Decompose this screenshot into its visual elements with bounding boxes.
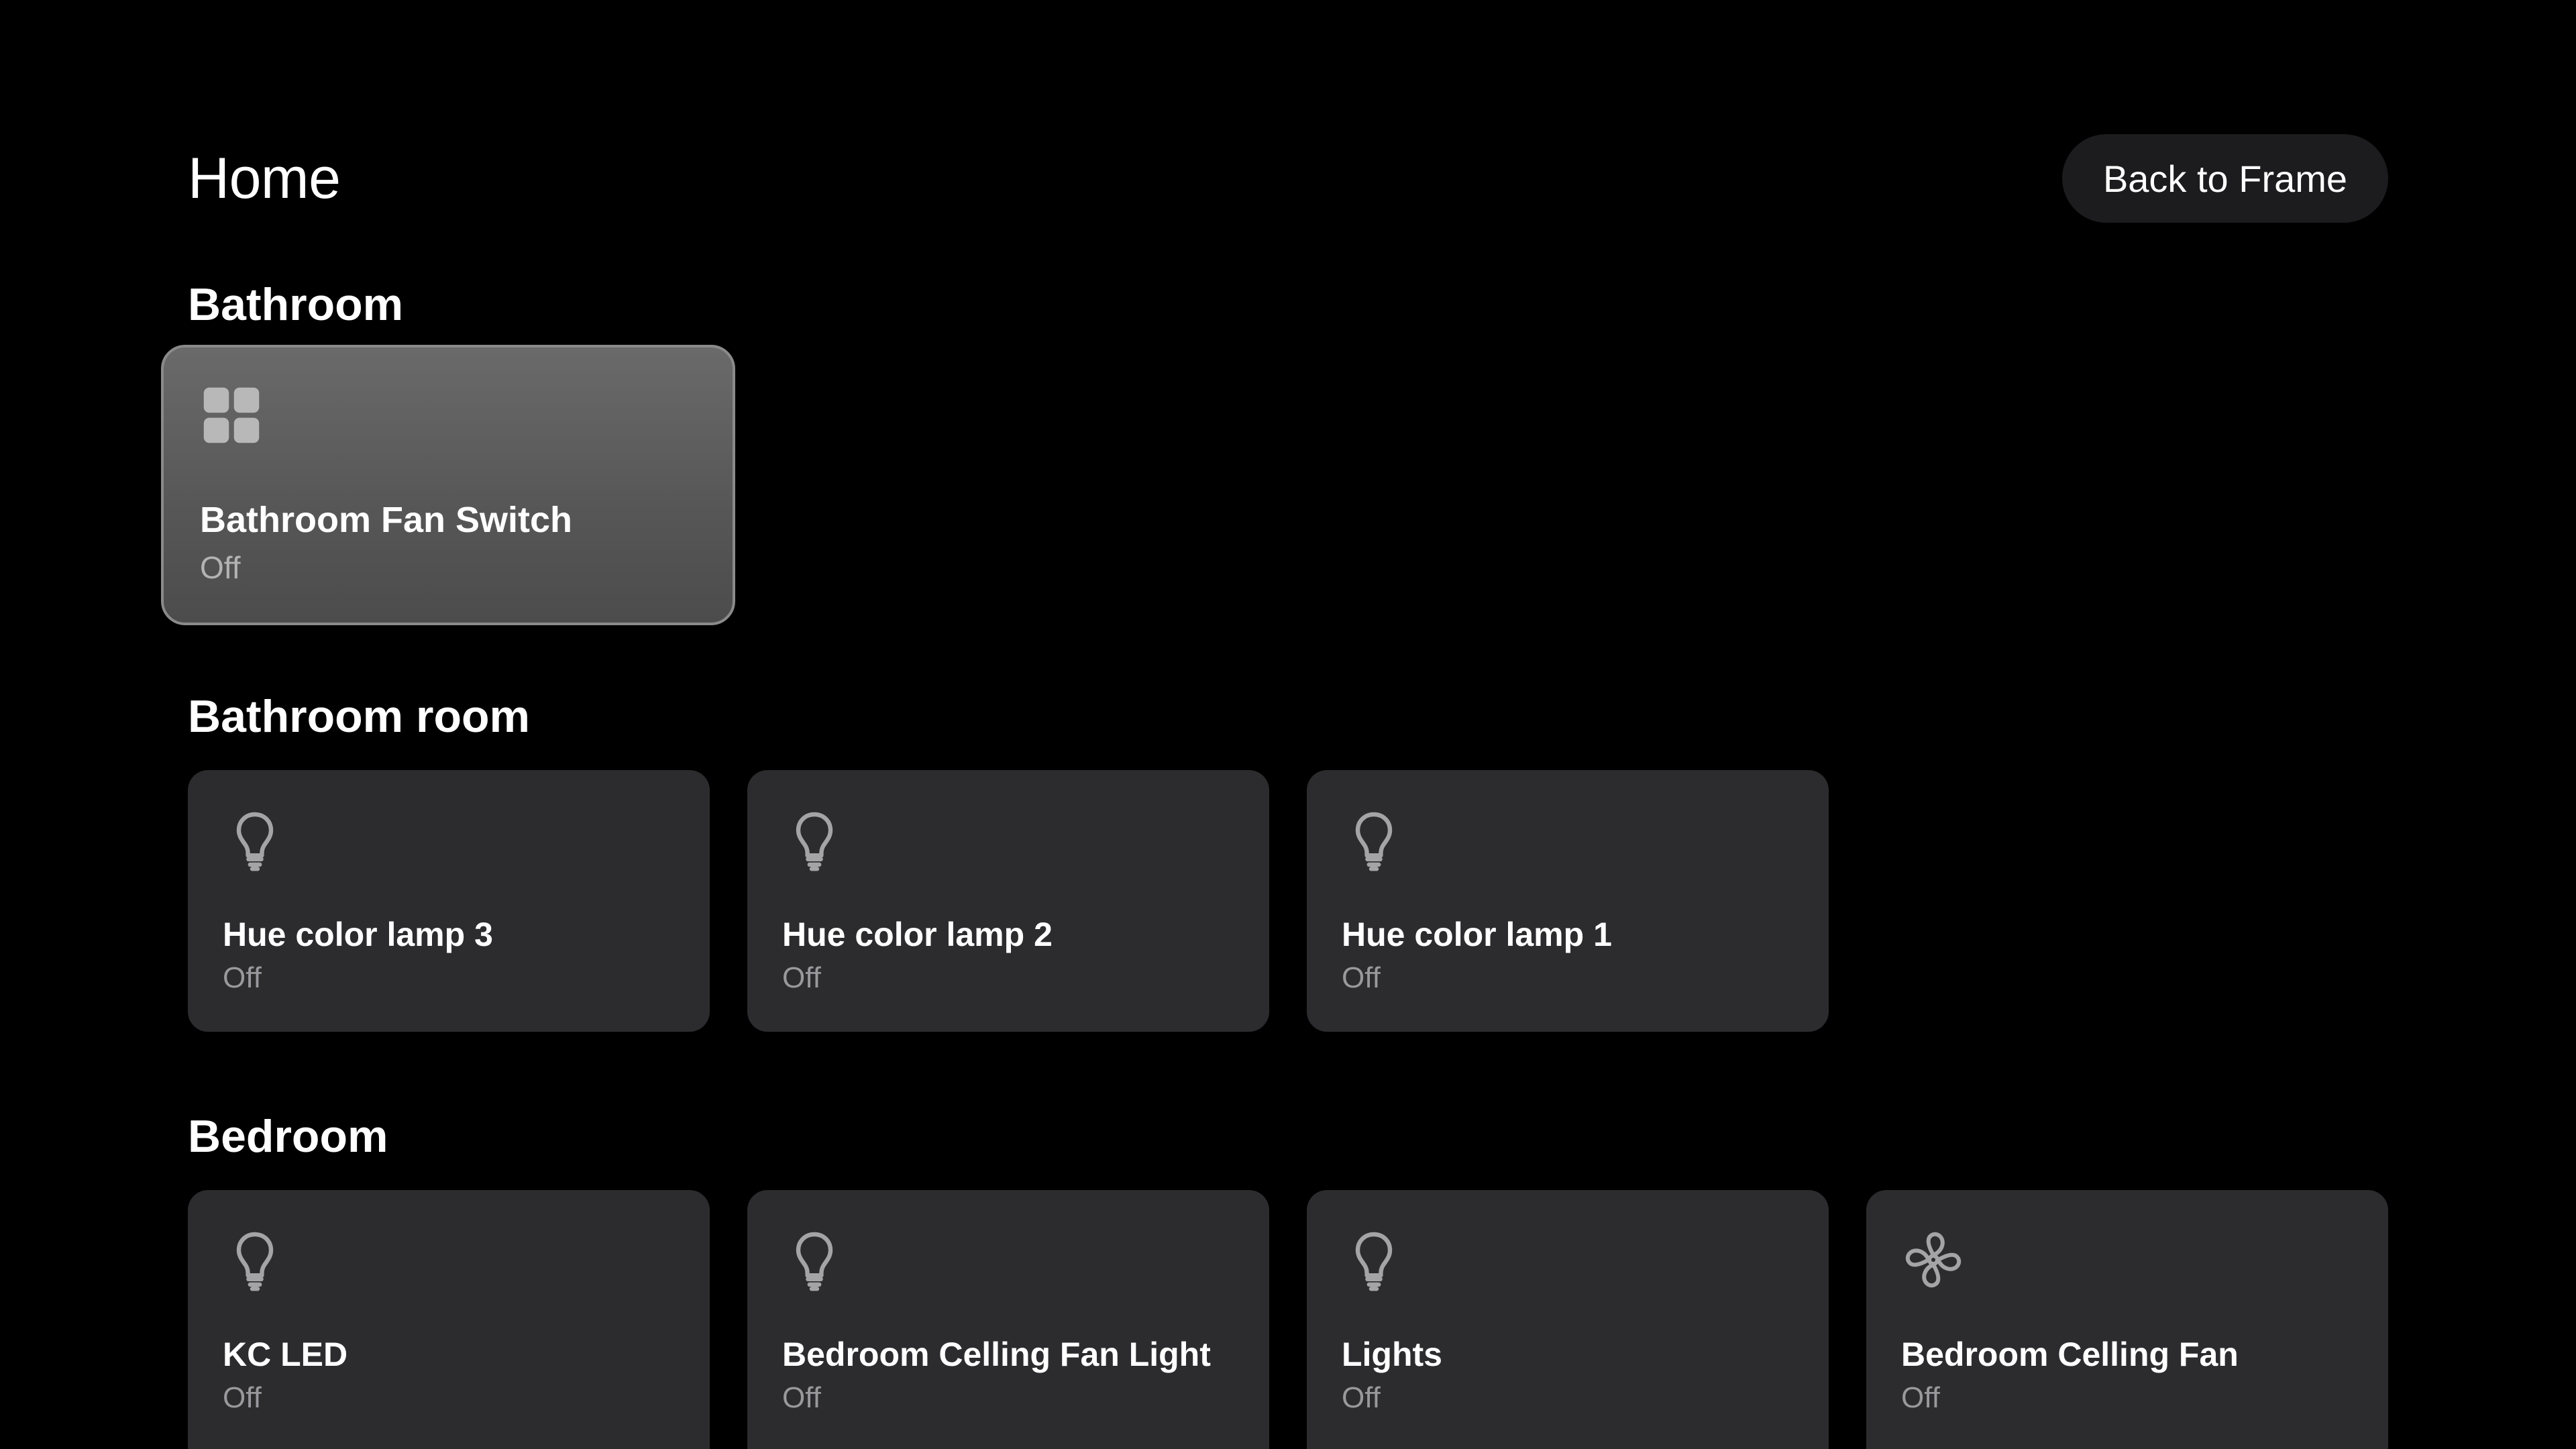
device-card-bedroom-celling-fan[interactable]: Bedroom Celling Fan Off [1866, 1190, 2388, 1449]
device-name: Bedroom Celling Fan Light [782, 1336, 1211, 1373]
lightbulb-icon [782, 808, 847, 872]
section-title-bedroom: Bedroom [188, 1111, 388, 1162]
grid-switch-icon [201, 385, 262, 445]
device-card-hue-color-lamp-2[interactable]: Hue color lamp 2 Off [747, 770, 1269, 1032]
device-name: Hue color lamp 1 [1342, 916, 1612, 953]
section-title-bathroom-room: Bathroom room [188, 691, 530, 742]
back-to-frame-button[interactable]: Back to Frame [2062, 134, 2388, 223]
device-card-bathroom-fan-switch[interactable]: Bathroom Fan Switch Off [161, 345, 735, 625]
device-card-kc-led[interactable]: KC LED Off [188, 1190, 710, 1449]
device-name: Hue color lamp 3 [223, 916, 493, 953]
device-status: Off [1901, 1381, 1940, 1414]
device-status: Off [223, 961, 262, 994]
device-status: Off [782, 1381, 821, 1414]
device-card-hue-color-lamp-1[interactable]: Hue color lamp 1 Off [1307, 770, 1829, 1032]
lightbulb-icon [782, 1228, 847, 1292]
device-name: Hue color lamp 2 [782, 916, 1053, 953]
lightbulb-icon [223, 808, 287, 872]
section-title-bathroom: Bathroom [188, 279, 404, 330]
fan-icon [1901, 1228, 1966, 1292]
device-name: Bedroom Celling Fan [1901, 1336, 2239, 1373]
device-card-bedroom-celling-fan-light[interactable]: Bedroom Celling Fan Light Off [747, 1190, 1269, 1449]
device-name: Bathroom Fan Switch [200, 500, 573, 540]
lightbulb-icon [1342, 808, 1406, 872]
device-card-lights[interactable]: Lights Off [1307, 1190, 1829, 1449]
home-screen: Home Back to Frame Bathroom Bathroom Fan… [0, 0, 2576, 1449]
lightbulb-icon [223, 1228, 287, 1292]
device-status: Off [782, 961, 821, 994]
device-card-hue-color-lamp-3[interactable]: Hue color lamp 3 Off [188, 770, 710, 1032]
device-status: Off [1342, 1381, 1381, 1414]
device-name: Lights [1342, 1336, 1442, 1373]
page-title: Home [188, 146, 341, 211]
device-status: Off [200, 550, 241, 585]
device-name: KC LED [223, 1336, 348, 1373]
lightbulb-icon [1342, 1228, 1406, 1292]
device-status: Off [1342, 961, 1381, 994]
device-status: Off [223, 1381, 262, 1414]
